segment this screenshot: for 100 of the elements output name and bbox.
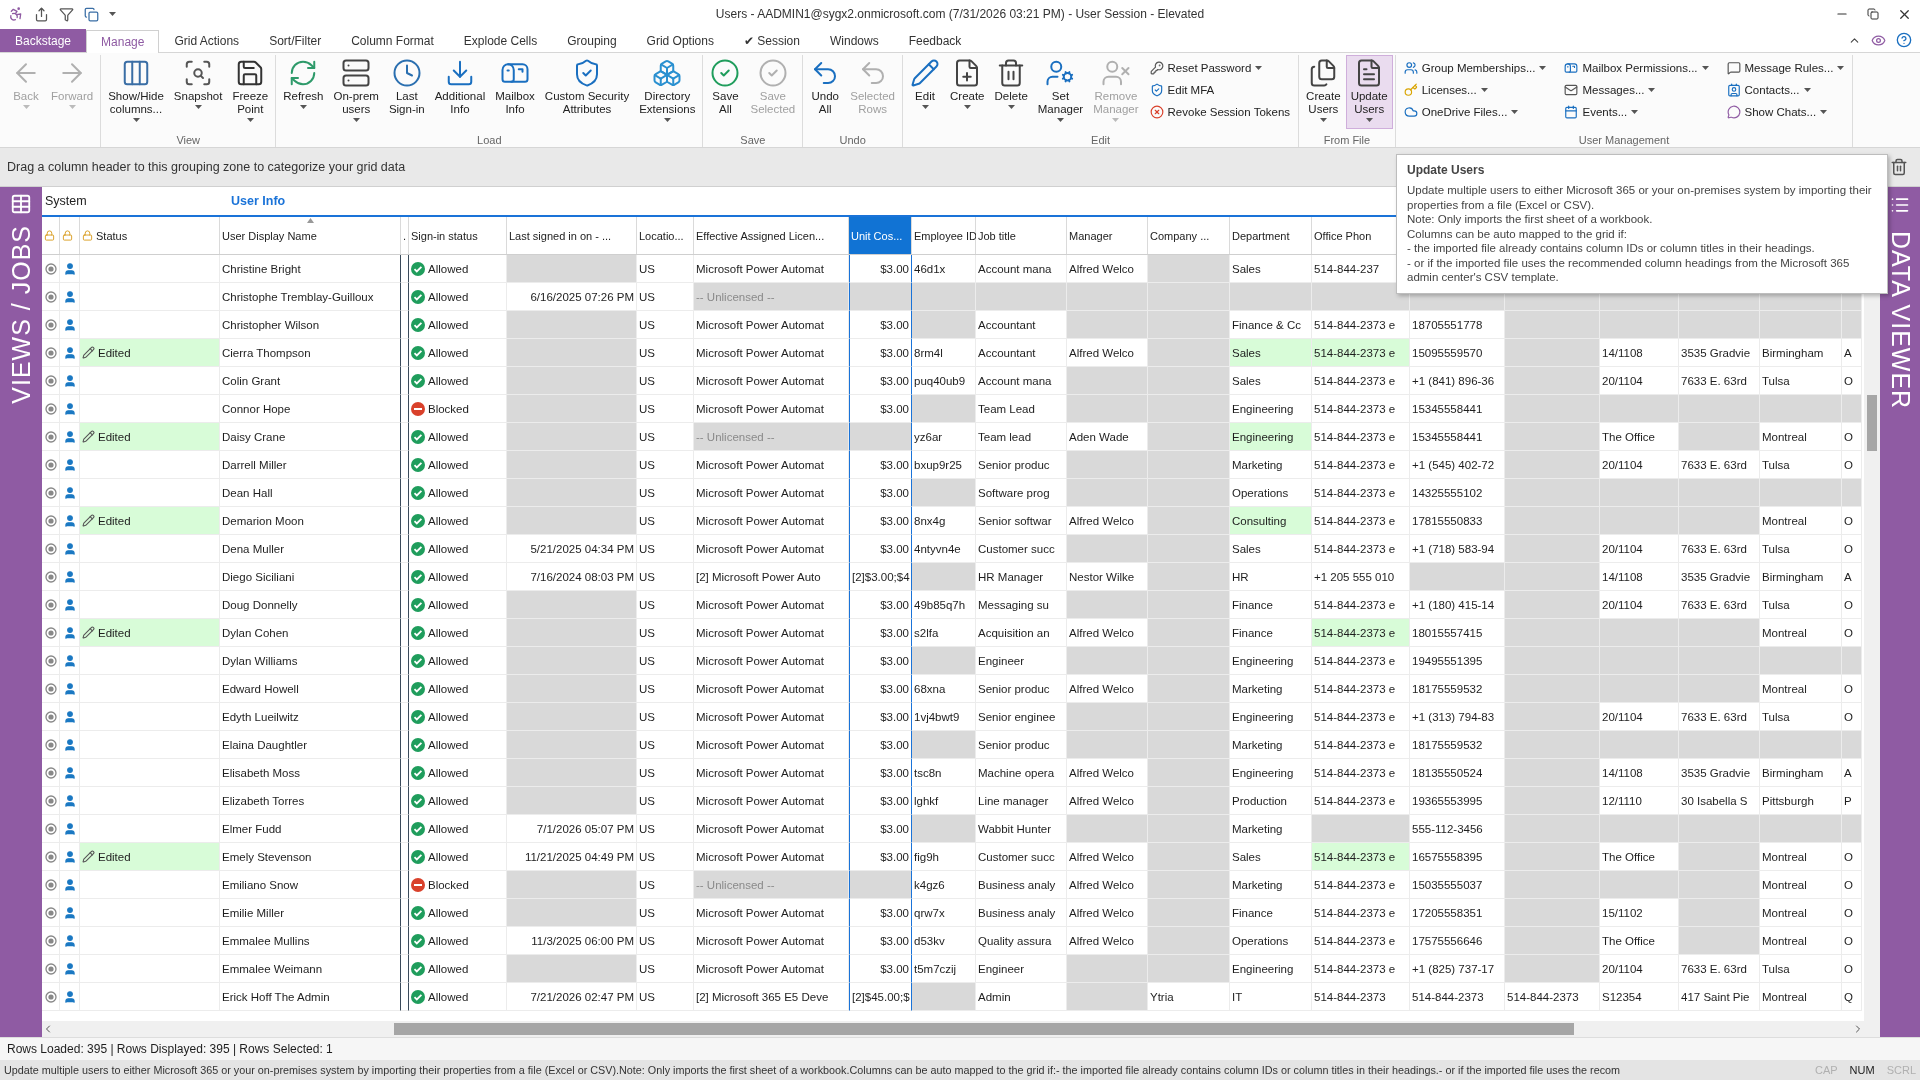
table-cell: 19495551395 — [1410, 647, 1505, 675]
sign-in-status: Allowed — [428, 654, 469, 667]
table-cell: 7633 E. 63rd — [1679, 955, 1760, 983]
table-cell: Team Lead — [976, 395, 1067, 423]
table-cell: 514-844-2373 e — [1312, 339, 1410, 367]
table-cell: Elaina Daughtler — [220, 731, 401, 759]
table-cell: US — [637, 479, 694, 507]
table-cell: Engineering — [1230, 703, 1312, 731]
table-cell: Marketing — [1230, 451, 1312, 479]
table-cell: Alfred Welco — [1067, 619, 1148, 647]
table-cell: fig9h — [912, 843, 976, 871]
table-cell: Finance & Cc — [1230, 311, 1312, 339]
table-cell: Montreal — [1760, 675, 1842, 703]
table-cell: 14/1108 — [1600, 339, 1679, 367]
status-text: Edited — [98, 430, 131, 443]
table-cell: Accountant — [976, 311, 1067, 339]
table-cell: US — [637, 787, 694, 815]
sign-in-status: Allowed — [428, 682, 469, 695]
table-cell: k4gz6 — [912, 871, 976, 899]
table-cell: 17575556646 — [1410, 927, 1505, 955]
table-cell: $3.00 — [849, 479, 912, 507]
table-cell: Alfred Welco — [1067, 871, 1148, 899]
table-cell: Emmalee Mullins — [220, 927, 401, 955]
table-cell: 20/1104 — [1600, 703, 1679, 731]
table-cell: 8nx4g — [912, 507, 976, 535]
table-cell: Microsoft Power Automat — [694, 899, 849, 927]
table-cell: US — [637, 339, 694, 367]
table-cell: Microsoft Power Automat — [694, 367, 849, 395]
table-cell: O — [1842, 423, 1862, 451]
table-cell: 17815550833 — [1410, 507, 1505, 535]
table-cell: Business analy — [976, 871, 1067, 899]
table-cell: Microsoft Power Automat — [694, 311, 849, 339]
table-cell: +1 (825) 737-17 — [1410, 955, 1505, 983]
table-cell: d53kv — [912, 927, 976, 955]
table-cell: 514-844-2373 e — [1312, 619, 1410, 647]
table-cell: US — [637, 535, 694, 563]
table-cell: 514-844-2373 e — [1312, 479, 1410, 507]
table-cell: Line manager — [976, 787, 1067, 815]
table-cell: Senior enginee — [976, 703, 1067, 731]
group-label: View — [175, 133, 202, 147]
group-label: Edit — [1090, 133, 1112, 147]
sign-in-status: Allowed — [428, 906, 469, 919]
table-cell: Engineering — [1230, 423, 1312, 451]
table-cell: 68xna — [912, 675, 976, 703]
table-cell: Consulting — [1230, 507, 1312, 535]
table-cell: O — [1842, 535, 1862, 563]
table-cell: Engineering — [1230, 395, 1312, 423]
table-cell: 7/1/2026 05:07 PM — [507, 815, 637, 843]
table-cell: O — [1842, 591, 1862, 619]
key-indicator: NUM — [1849, 1064, 1875, 1076]
table-cell: Montreal — [1760, 927, 1842, 955]
table-cell: Microsoft Power Automat — [694, 675, 849, 703]
table-cell: 15345558441 — [1410, 395, 1505, 423]
table-cell: 514-844-2373 e — [1312, 899, 1410, 927]
table-cell: Tulsa — [1760, 591, 1842, 619]
table-cell: -- Unlicensed -- — [694, 283, 849, 311]
message-text: Update multiple users to either Microsoft 365 or your on-premises system by importing their properties from a file (Excel or CSV).Note: Only imports the first sheet of a workbook.Columns can be auto mapped to the grid if:- the imported file already contains column IDs or column titles in their headings.- or if the imported file uses the recom — [4, 1064, 1622, 1076]
table-cell: Microsoft Power Automat — [694, 815, 849, 843]
table-cell: Sales — [1230, 535, 1312, 563]
table-cell: Microsoft Power Automat — [694, 731, 849, 759]
table-cell: -- Unlicensed -- — [694, 871, 849, 899]
table-cell: Engineer — [976, 647, 1067, 675]
table-cell: $3.00 — [849, 955, 912, 983]
sign-in-status: Allowed — [428, 514, 469, 527]
table-cell: 7633 E. 63rd — [1679, 703, 1760, 731]
table-cell: A — [1842, 759, 1862, 787]
table-cell: US — [637, 815, 694, 843]
table-cell: 6/16/2025 07:26 PM — [507, 283, 637, 311]
table-cell: qrw7x — [912, 899, 976, 927]
table-cell: US — [637, 563, 694, 591]
table-cell: Microsoft Power Automat — [694, 927, 849, 955]
table-cell: US — [637, 451, 694, 479]
table-cell: Elizabeth Torres — [220, 787, 401, 815]
table-cell: Ytria — [1148, 983, 1230, 1011]
table-cell: A — [1842, 339, 1862, 367]
table-cell: 514-844-2373 e — [1312, 591, 1410, 619]
table-cell: Cierra Thompson — [220, 339, 401, 367]
table-cell: $3.00 — [849, 507, 912, 535]
table-cell: HR — [1230, 563, 1312, 591]
sign-in-status: Allowed — [428, 934, 469, 947]
sign-in-status: Allowed — [428, 766, 469, 779]
table-cell: bxup9r25 — [912, 451, 976, 479]
table-cell: 49b85q7h — [912, 591, 976, 619]
table-cell: 7633 E. 63rd — [1679, 451, 1760, 479]
table-cell: 7633 E. 63rd — [1679, 535, 1760, 563]
table-cell: $3.00 — [849, 731, 912, 759]
table-cell: O — [1842, 955, 1862, 983]
table-cell: US — [637, 255, 694, 283]
table-cell: Microsoft Power Automat — [694, 479, 849, 507]
panel-title: DATA VIEWER — [1885, 231, 1915, 410]
table-cell: Birmingham — [1760, 759, 1842, 787]
table-cell: 7633 E. 63rd — [1679, 591, 1760, 619]
table-cell: US — [637, 647, 694, 675]
table-cell: 20/1104 — [1600, 955, 1679, 983]
table-cell: 19365553995 — [1410, 787, 1505, 815]
table-cell: Colin Grant — [220, 367, 401, 395]
table-cell: 20/1104 — [1600, 451, 1679, 479]
group-label: From File — [1322, 133, 1372, 147]
table-cell: The Office — [1600, 843, 1679, 871]
sign-in-status: Allowed — [428, 570, 469, 583]
